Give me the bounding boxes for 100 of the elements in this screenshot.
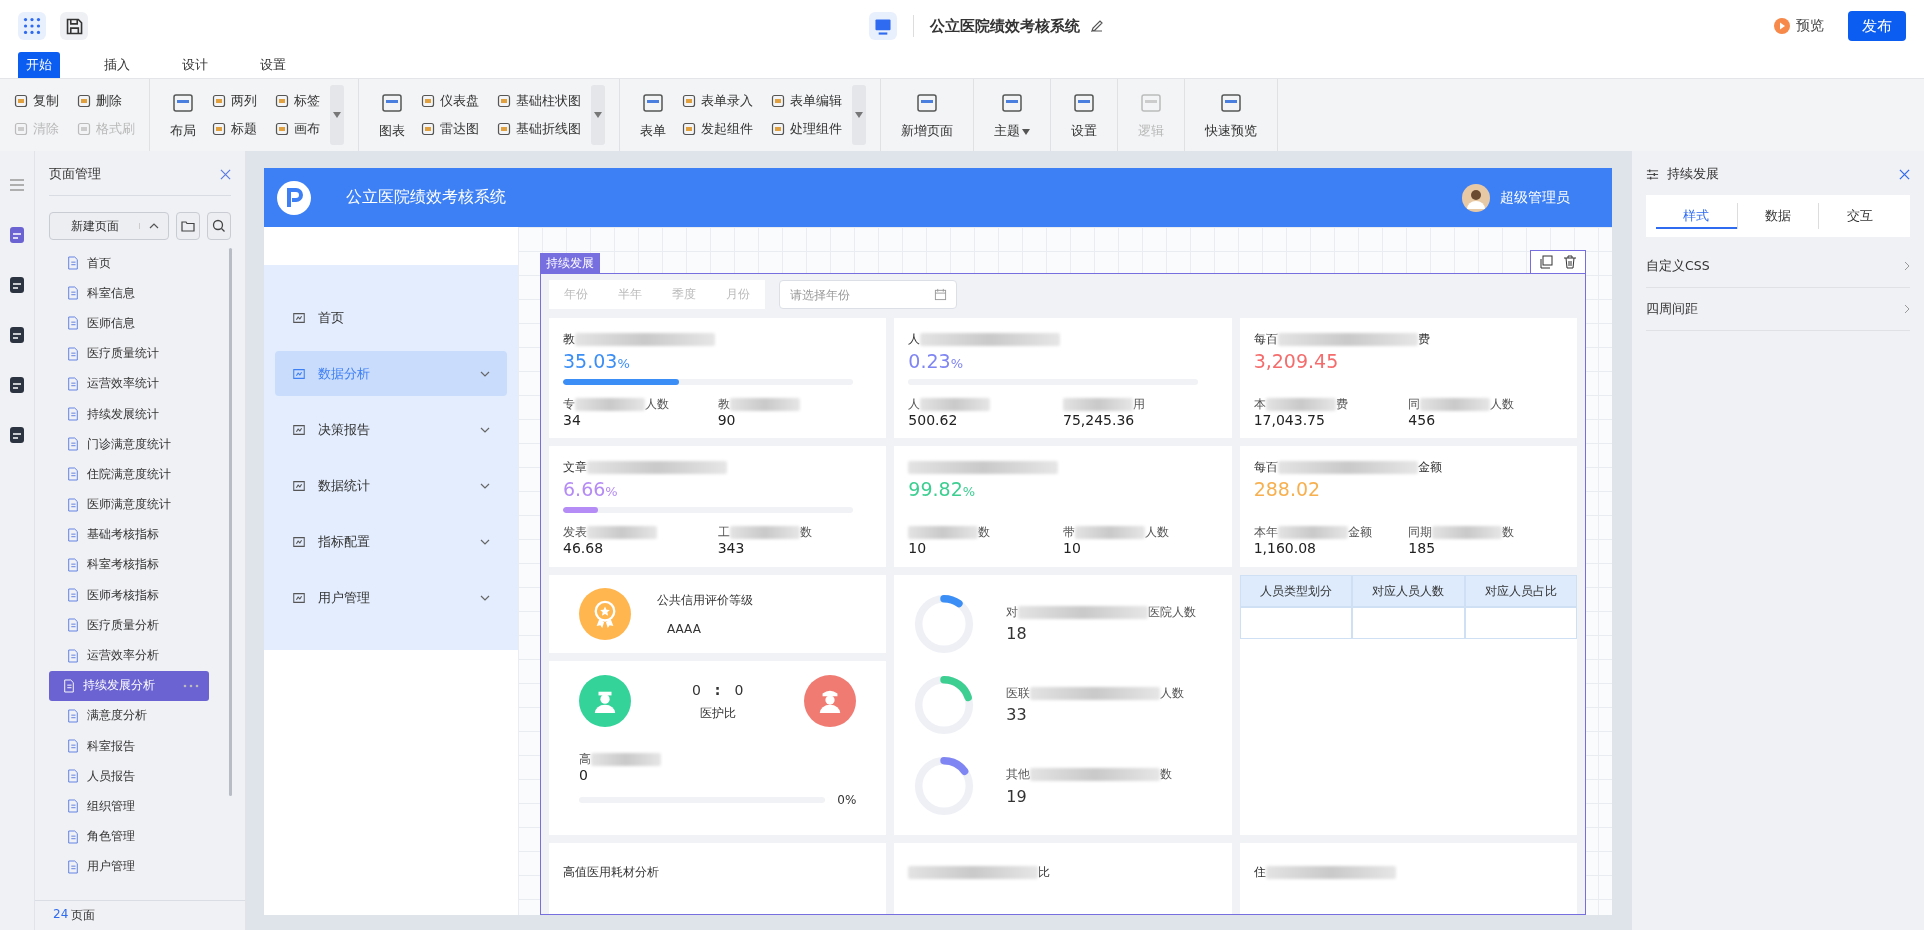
apps-grid-icon[interactable] bbox=[18, 12, 46, 40]
ribbon-button[interactable]: 画布 bbox=[275, 120, 320, 138]
chart-icon bbox=[292, 478, 306, 493]
monitor-icon[interactable] bbox=[868, 12, 897, 40]
save-icon[interactable] bbox=[60, 12, 88, 40]
ribbon-button[interactable]: 雷达图 bbox=[421, 120, 479, 138]
ribbon-button[interactable]: 发起组件 bbox=[682, 120, 753, 138]
blurred-text bbox=[587, 525, 657, 539]
widget-icon bbox=[497, 122, 511, 136]
page-item[interactable]: 科室考核指标 bbox=[49, 549, 209, 581]
more-dropdown-button[interactable] bbox=[852, 85, 866, 145]
stat-label: 人数 bbox=[1160, 686, 1185, 701]
publish-button[interactable]: 发布 bbox=[1848, 11, 1906, 41]
page-item[interactable]: 医疗质量统计 bbox=[49, 338, 209, 369]
nav-item[interactable]: 指标配置 bbox=[275, 519, 507, 564]
page-item[interactable]: 门诊满意度统计 bbox=[49, 429, 209, 460]
page-item[interactable]: 角色管理 bbox=[49, 821, 209, 852]
page-item[interactable]: 持续发展统计 bbox=[49, 398, 209, 430]
settings-row[interactable]: 自定义CSS bbox=[1646, 245, 1910, 288]
panel-tab[interactable]: 样式 bbox=[1656, 203, 1738, 229]
ribbon-large-button[interactable]: 新增页面 bbox=[895, 86, 959, 144]
sidebar-icon[interactable] bbox=[7, 325, 27, 345]
ribbon-button[interactable]: 基础柱状图 bbox=[497, 92, 581, 110]
table-header-cell: 对应人员人数 bbox=[1352, 575, 1465, 607]
ribbon-button[interactable]: 表单编辑 bbox=[771, 92, 842, 110]
ribbon-button[interactable]: 基础折线图 bbox=[497, 120, 581, 138]
trash-icon[interactable] bbox=[1563, 255, 1577, 269]
blurred-text bbox=[1277, 525, 1348, 539]
page-item[interactable]: 组织管理 bbox=[49, 791, 209, 822]
ribbon-tab[interactable]: 开始 bbox=[18, 52, 60, 78]
ribbon-large-button[interactable]: 布局 bbox=[164, 86, 202, 144]
ribbon-large-button[interactable]: 设置 bbox=[1065, 86, 1103, 144]
search-button[interactable] bbox=[207, 212, 231, 240]
ribbon-large-button[interactable]: 图表 bbox=[373, 86, 411, 144]
ribbon-button[interactable]: 处理组件 bbox=[771, 120, 842, 138]
ribbon-button[interactable]: 两列 bbox=[212, 92, 257, 110]
avatar-icon[interactable] bbox=[1462, 183, 1490, 212]
more-dropdown-button[interactable] bbox=[330, 85, 344, 145]
nav-item[interactable]: 数据统计 bbox=[275, 463, 507, 508]
user-name[interactable]: 超级管理员 bbox=[1500, 188, 1570, 207]
sidebar-icon[interactable] bbox=[7, 375, 27, 395]
ribbon-tab[interactable]: 插入 bbox=[96, 52, 138, 78]
ribbon-button[interactable]: 仪表盘 bbox=[421, 92, 479, 110]
page-item[interactable]: 用户管理 bbox=[49, 851, 209, 882]
page-item[interactable]: 医师信息 bbox=[49, 308, 209, 339]
close-icon[interactable] bbox=[1899, 168, 1910, 180]
new-page-button[interactable]: 新建页面 bbox=[49, 212, 169, 240]
ribbon-button[interactable]: 删除 bbox=[77, 92, 135, 110]
panel-tab[interactable]: 数据 bbox=[1737, 203, 1820, 229]
ribbon-tab[interactable]: 设计 bbox=[174, 52, 216, 78]
document-icon bbox=[67, 708, 79, 723]
sidebar-icon[interactable] bbox=[7, 275, 27, 295]
page-item[interactable]: 基础考核指标 bbox=[49, 519, 209, 550]
page-item[interactable]: 满意度分析 bbox=[49, 700, 209, 731]
ribbon-button[interactable]: 标签 bbox=[275, 92, 320, 110]
logo-icon bbox=[276, 179, 312, 216]
chevron-up-icon bbox=[149, 223, 159, 229]
component-tag[interactable]: 持续发展 bbox=[540, 253, 600, 273]
ribbon-tab[interactable]: 设置 bbox=[252, 52, 294, 78]
metric-value: 35.03% bbox=[563, 350, 631, 374]
preview-button[interactable]: 预览 bbox=[1774, 17, 1824, 35]
widget-icon bbox=[421, 122, 435, 136]
ribbon-button[interactable]: 表单录入 bbox=[682, 92, 753, 110]
page-item[interactable]: 科室报告 bbox=[49, 731, 209, 762]
copy-icon[interactable] bbox=[1539, 255, 1553, 269]
pencil-icon[interactable] bbox=[1089, 19, 1104, 33]
sidebar-icon[interactable] bbox=[7, 425, 27, 445]
card-title: 每百 bbox=[1253, 330, 1278, 348]
year-picker-field[interactable]: 请选择年份 bbox=[779, 280, 957, 309]
page-item[interactable]: 医疗质量分析 bbox=[49, 610, 209, 641]
nav-item[interactable]: 决策报告 bbox=[275, 407, 507, 452]
ribbon-large-button[interactable]: 快速预览 bbox=[1199, 86, 1263, 144]
close-icon[interactable] bbox=[220, 168, 231, 180]
ribbon-button[interactable]: 标题 bbox=[212, 120, 257, 138]
page-item[interactable]: 人员报告 bbox=[49, 761, 209, 792]
widget-icon bbox=[77, 94, 91, 108]
document-icon bbox=[67, 256, 79, 271]
ribbon-large-button[interactable]: 主题 bbox=[988, 86, 1036, 144]
settings-row[interactable]: 四周间距 bbox=[1646, 288, 1910, 331]
page-item[interactable]: 首页 bbox=[49, 248, 209, 279]
ribbon-large-button[interactable]: 表单 bbox=[634, 86, 672, 144]
widget-icon bbox=[771, 94, 785, 108]
page-item[interactable]: 医师考核指标 bbox=[49, 580, 209, 611]
nav-item[interactable]: 首页 bbox=[275, 295, 507, 340]
widget-icon bbox=[421, 94, 435, 108]
page-item[interactable]: 医师满意度统计 bbox=[49, 489, 209, 520]
blurred-text bbox=[575, 397, 645, 411]
more-dropdown-button[interactable] bbox=[591, 85, 605, 145]
widget-icon bbox=[77, 122, 91, 136]
panel-tab[interactable]: 交互 bbox=[1819, 203, 1900, 229]
nav-item[interactable]: 用户管理 bbox=[275, 575, 507, 620]
scrollbar[interactable] bbox=[229, 248, 232, 796]
page-item[interactable]: 科室信息 bbox=[49, 278, 209, 309]
more-icon[interactable] bbox=[183, 683, 199, 688]
ribbon-button[interactable]: 复制 bbox=[14, 92, 59, 110]
page-item[interactable]: 运营效率分析 bbox=[49, 640, 209, 671]
page-item[interactable]: 住院满意度统计 bbox=[49, 459, 209, 490]
page-item[interactable]: 运营效率统计 bbox=[49, 368, 209, 399]
page-item[interactable]: 持续发展分析 bbox=[49, 670, 209, 701]
folder-button[interactable] bbox=[176, 212, 200, 240]
